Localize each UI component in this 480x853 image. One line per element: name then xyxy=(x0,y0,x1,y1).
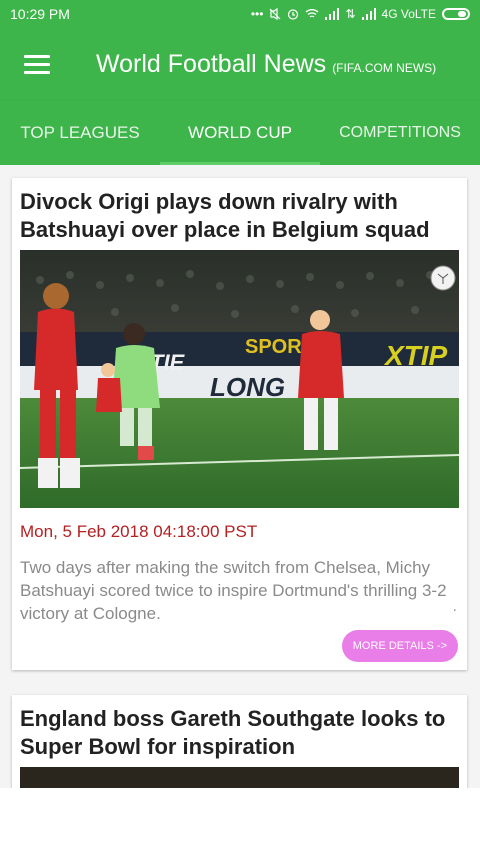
tab-competitions[interactable]: COMPETITIONS xyxy=(320,101,480,165)
more-details-button[interactable]: MORE DETAILS -> xyxy=(341,630,458,662)
app-bar: World Football News (FIFA.COM NEWS) xyxy=(0,28,480,101)
article-excerpt: Two days after making the switch from Ch… xyxy=(20,558,447,623)
tab-bar: TOP LEAGUES WORLD CUP COMPETITIONS xyxy=(0,101,480,165)
news-list[interactable]: Divock Origi plays down rivalry with Bat… xyxy=(0,165,480,788)
more-icon: ••• xyxy=(250,7,264,21)
news-card[interactable]: Divock Origi plays down rivalry with Bat… xyxy=(12,178,467,670)
app-title-text: World Football News xyxy=(96,50,327,78)
network-label: 4G VoLTE xyxy=(381,7,436,21)
article-title[interactable]: Divock Origi plays down rivalry with Bat… xyxy=(20,188,459,244)
photo-board-long: LONG xyxy=(210,372,285,402)
wifi-icon xyxy=(306,9,319,18)
article-title[interactable]: England boss Gareth Southgate looks to S… xyxy=(20,705,459,761)
status-icons: ••• ⇅ 4G VoLTE xyxy=(251,7,470,21)
excerpt-dot: . xyxy=(452,598,457,615)
battery-icon xyxy=(442,8,470,20)
app-title: World Football News (FIFA.COM NEWS) xyxy=(96,50,436,79)
football-photo: SPORT XTIP TIE LONG xyxy=(20,250,459,508)
article-date: Mon, 5 Feb 2018 04:18:00 PST xyxy=(20,522,258,541)
signal-icon xyxy=(325,8,340,20)
article-image[interactable] xyxy=(20,767,459,788)
menu-button[interactable] xyxy=(24,54,50,75)
app-subtitle: (FIFA.COM NEWS) xyxy=(332,61,437,75)
alarm-icon xyxy=(288,9,299,20)
status-bar: 10:29 PM ••• ⇅ 4G VoLTE xyxy=(0,0,480,28)
news-card[interactable]: England boss Gareth Southgate looks to S… xyxy=(12,695,467,788)
article-image[interactable]: SPORT XTIP TIE LONG xyxy=(20,250,459,508)
signal-icon-2 xyxy=(361,8,376,20)
data-arrows-icon: ⇅ xyxy=(345,7,356,21)
tab-world-cup[interactable]: WORLD CUP xyxy=(160,101,320,165)
tab-top-leagues[interactable]: TOP LEAGUES xyxy=(0,101,160,165)
photo-board-xtip: XTIP xyxy=(383,340,448,371)
status-time: 10:29 PM xyxy=(10,6,70,22)
mute-icon xyxy=(270,8,281,20)
